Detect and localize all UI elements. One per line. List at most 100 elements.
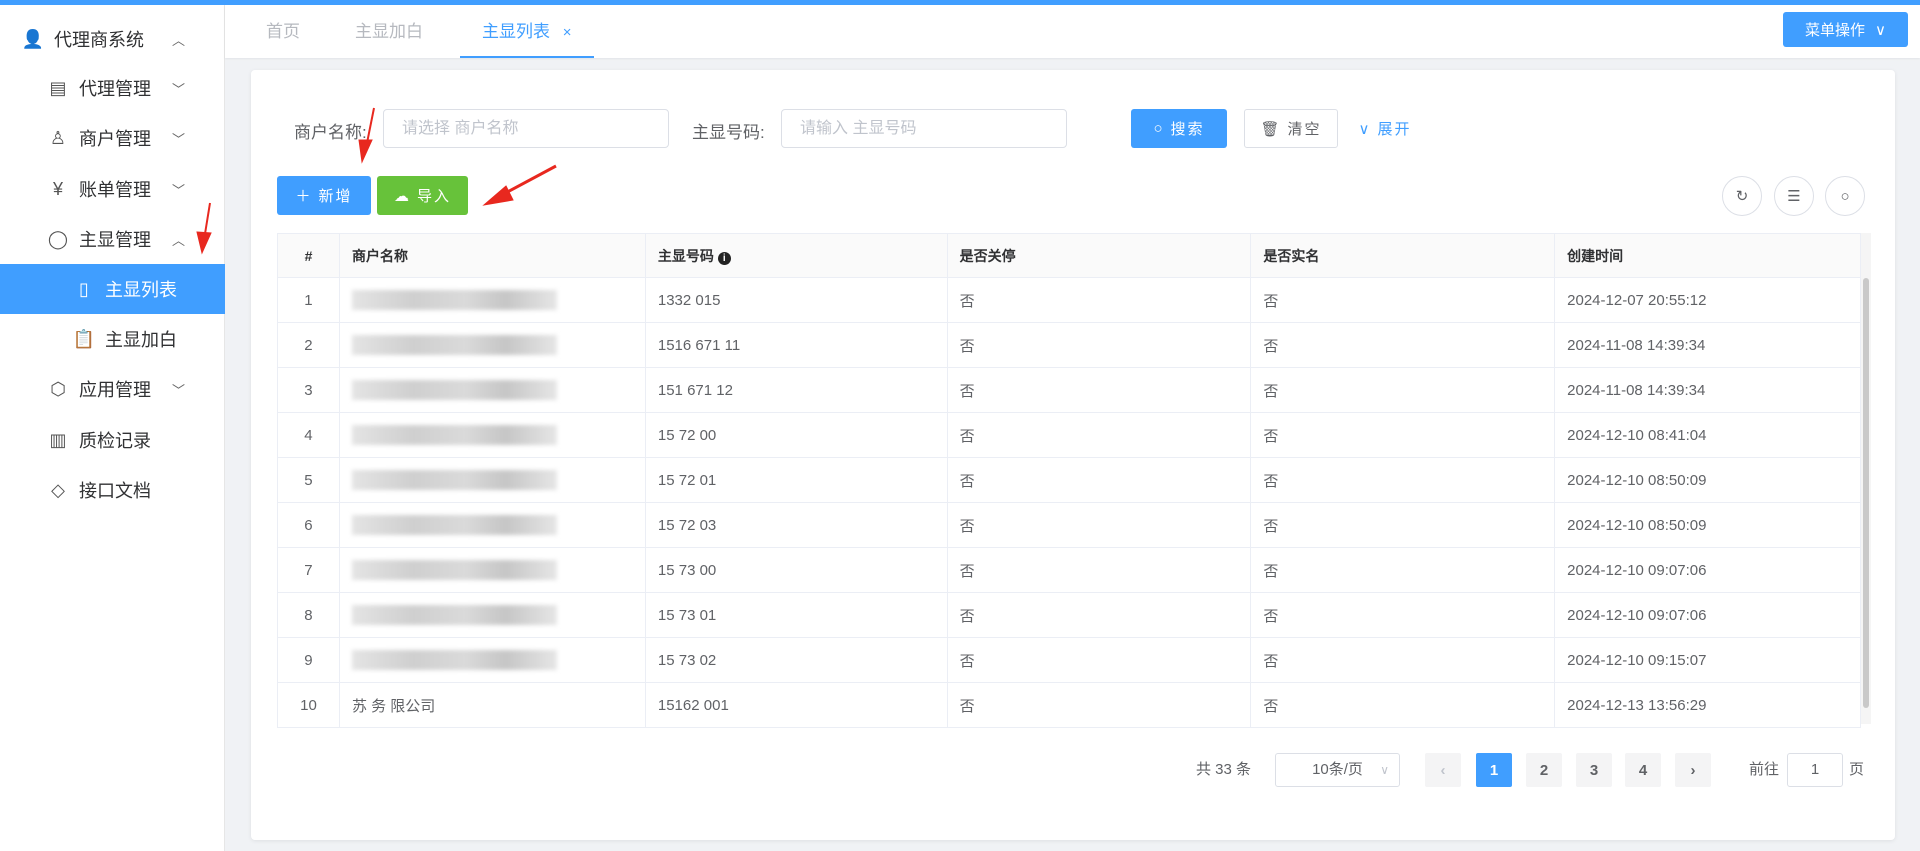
chevron-down-icon: ﹀ (172, 131, 186, 147)
created-time-cell: 2024-12-10 08:41:04 (1554, 412, 1861, 458)
stopped-cell: 否 (946, 457, 1252, 503)
table-row[interactable]: 1 1332 015 否否 2024-12-07 20:55:12 (277, 277, 1861, 323)
row-index: 1 (277, 277, 340, 323)
phone-cell: 15 72 01 (644, 457, 948, 503)
created-time-cell: 2024-12-10 09:07:06 (1554, 547, 1861, 593)
redacted-name (351, 515, 557, 535)
tab-display-list[interactable]: 主显列表 × (460, 5, 594, 58)
table-scrollbar[interactable] (1861, 233, 1871, 724)
table-row[interactable]: 5 15 72 01 否否 2024-12-10 08:50:09 (277, 457, 1861, 503)
sidebar-item-app-mgmt[interactable]: ⬡ 应用管理 ﹀ (0, 364, 225, 414)
table-row[interactable]: 9 15 73 02 否否 2024-12-10 09:15:07 (277, 637, 1861, 683)
phone-icon: ◯ (47, 228, 69, 249)
doc-icon: ▤ (49, 77, 67, 98)
add-button[interactable]: ＋ 新增 (277, 176, 371, 215)
verified-cell: 否 (1250, 637, 1556, 683)
sidebar-item-display-list[interactable]: ▯ 主显列表 (0, 264, 225, 314)
page-size-select[interactable]: 10条/页 ∨ (1275, 753, 1400, 787)
tab-display-whitelist[interactable]: 主显加白 (355, 5, 423, 58)
merchant-name-cell (338, 637, 646, 683)
search-icon: ○ (1840, 187, 1850, 205)
created-time-cell: 2024-12-10 09:15:07 (1554, 637, 1861, 683)
close-icon[interactable]: × (563, 24, 572, 41)
import-button[interactable]: ☁ 导入 (377, 176, 468, 215)
table-row[interactable]: 6 15 72 03 否否 2024-12-10 08:50:09 (277, 502, 1861, 548)
phone-input[interactable]: 请输入 主显号码 (781, 109, 1067, 148)
sidebar-item-bill-mgmt[interactable]: ¥ 账单管理 ﹀ (0, 164, 225, 214)
phone-cell: 15 72 00 (644, 412, 948, 458)
row-index: 2 (277, 322, 340, 368)
chevron-down-icon: ∨ (1358, 120, 1372, 138)
sidebar-item-label: 主显列表 (105, 280, 177, 300)
sidebar-item-agent-mgmt[interactable]: ▤ 代理管理 ﹀ (0, 63, 225, 113)
chevron-down-icon: ∨ (1875, 21, 1886, 39)
merchant-name-select[interactable]: 请选择 商户名称 (383, 109, 669, 148)
table-row[interactable]: 10 苏 务 限公司 15162 001 否否 2024-12-13 13:56:29 (277, 682, 1861, 728)
sidebar-item-display-whitelist[interactable]: 📋 主显加白 (0, 314, 225, 364)
merchant-name-cell (338, 367, 646, 413)
cloud-upload-icon: ☁ (393, 187, 411, 205)
clear-label: 清空 (1287, 121, 1322, 138)
stopped-cell: 否 (946, 592, 1252, 638)
col-index: # (277, 233, 340, 278)
info-icon[interactable]: i (717, 251, 731, 265)
goto-page-input[interactable]: 1 (1787, 753, 1843, 787)
sidebar-item-label: 主显加白 (105, 330, 177, 350)
phone-cell: 15 73 01 (644, 592, 948, 638)
refresh-button[interactable]: ↻ (1722, 176, 1762, 216)
verified-cell: 否 (1250, 682, 1556, 728)
expand-toggle[interactable]: ∨ 展开 (1355, 109, 1415, 148)
record-icon: ▥ (49, 429, 67, 450)
merchant-name-cell (338, 277, 646, 323)
clear-button[interactable]: 🗑 清空 (1244, 109, 1338, 148)
row-index: 10 (277, 682, 340, 728)
table-row[interactable]: 4 15 72 00 否否 2024-12-10 08:41:04 (277, 412, 1861, 458)
expand-label: 展开 (1377, 121, 1412, 138)
row-index: 9 (277, 637, 340, 683)
chevron-down-icon: ﹀ (172, 382, 186, 398)
stopped-cell: 否 (946, 637, 1252, 683)
redacted-name (351, 470, 557, 490)
clipboard-icon: 📋 (72, 328, 96, 349)
table-row[interactable]: 8 15 73 01 否否 2024-12-10 09:07:06 (277, 592, 1861, 638)
sidebar-item-label: 质检记录 (79, 431, 151, 451)
search-label: 搜索 (1170, 121, 1205, 138)
sidebar-item-qc-records[interactable]: ▥ 质检记录 (0, 415, 225, 465)
sidebar-item-label: 账单管理 (79, 180, 151, 200)
column-settings-button[interactable]: ☰ (1774, 176, 1814, 216)
page-2[interactable]: 2 (1526, 753, 1562, 787)
next-page-button[interactable]: › (1675, 753, 1711, 787)
table-row[interactable]: 3 151 671 12 否否 2024-11-08 14:39:34 (277, 367, 1861, 413)
phone-cell: 1516 671 11 (644, 322, 948, 368)
sidebar-item-agent-system[interactable]: 👤 代理商系统 ︿ (0, 14, 225, 64)
tab-home[interactable]: 首页 (266, 5, 300, 58)
prev-page-button[interactable]: ‹ (1425, 753, 1461, 787)
page-3[interactable]: 3 (1576, 753, 1612, 787)
row-index: 3 (277, 367, 340, 413)
phone-cell: 1332 015 (644, 277, 948, 323)
sidebar-item-merchant-mgmt[interactable]: ♙ 商户管理 ﹀ (0, 113, 225, 163)
redacted-name (351, 425, 557, 445)
search-button[interactable]: ○ 搜索 (1131, 109, 1227, 148)
toggle-search-button[interactable]: ○ (1825, 176, 1865, 216)
menu-button-label: 菜单操作 (1805, 22, 1866, 39)
sidebar-item-display-mgmt[interactable]: ◯ 主显管理 ︿ (0, 214, 225, 264)
merchant-name-label: 商户名称: (294, 123, 367, 142)
sidebar-item-label: 应用管理 (79, 380, 151, 400)
chevron-up-icon: ︿ (172, 232, 186, 248)
table-row[interactable]: 7 15 73 00 否否 2024-12-10 09:07:06 (277, 547, 1861, 593)
display-number-table: # 商户名称 主显号码 i 是否关停 是否实名 创建时间 1 1332 015 否否… (277, 233, 1861, 728)
redacted-name (351, 605, 557, 625)
scrollbar-thumb[interactable] (1863, 278, 1869, 708)
verified-cell: 否 (1250, 547, 1556, 593)
row-index: 4 (277, 412, 340, 458)
sidebar-item-api-docs[interactable]: ◇ 接口文档 (0, 465, 225, 515)
merchant-name-cell: 苏 务 限公司 (338, 682, 646, 728)
chevron-down-icon: ﹀ (172, 182, 186, 198)
menu-operations-button[interactable]: 菜单操作 ∨ (1783, 12, 1908, 47)
page-4[interactable]: 4 (1625, 753, 1661, 787)
table-header-row: # 商户名称 主显号码 i 是否关停 是否实名 创建时间 (277, 233, 1861, 278)
chevron-down-icon: ﹀ (172, 81, 186, 97)
page-1[interactable]: 1 (1476, 753, 1512, 787)
table-row[interactable]: 2 1516 671 11 否否 2024-11-08 14:39:34 (277, 322, 1861, 368)
